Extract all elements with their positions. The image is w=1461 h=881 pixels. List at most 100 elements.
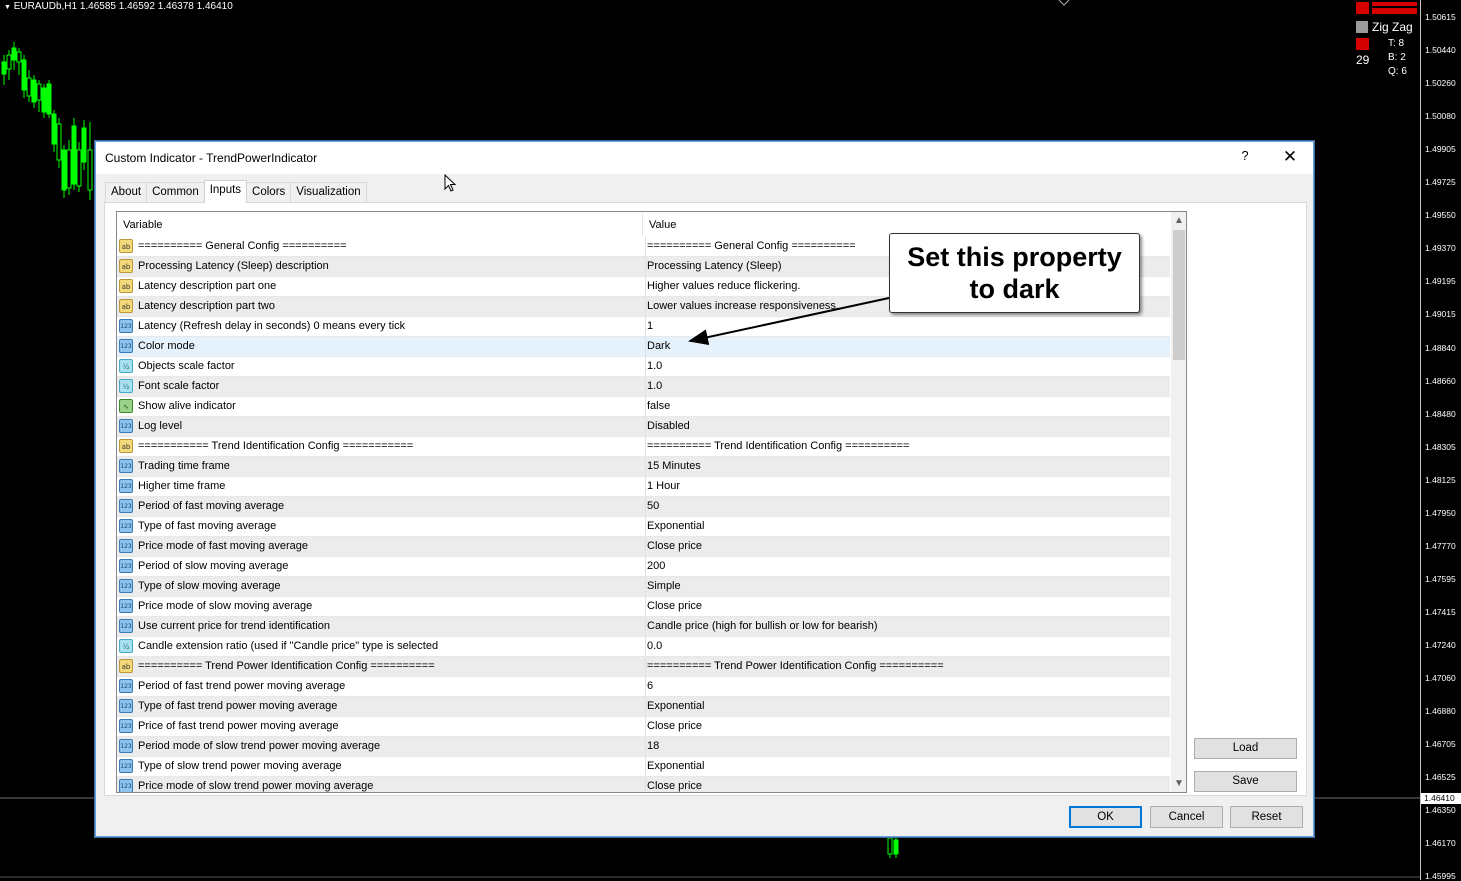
table-row[interactable]: ab ========== Trend Power Identification … [117, 657, 1170, 677]
value-text: Close price [647, 780, 703, 792]
table-row[interactable]: ab =========== Trend Identification Confi… [117, 437, 1170, 457]
value-text: Higher values reduce flickering. [647, 280, 801, 292]
value-cell[interactable]: ========== Trend Identification Config =… [645, 437, 1165, 456]
scroll-thumb[interactable] [1173, 230, 1185, 360]
table-row[interactable]: ∿ Show alive indicator false [117, 397, 1170, 417]
help-button[interactable]: ? [1231, 148, 1259, 168]
ok-button[interactable]: OK [1069, 806, 1142, 828]
price-tick-label: 1.48125 [1425, 474, 1456, 485]
table-row[interactable]: 123 Period of slow moving average 200 [117, 557, 1170, 577]
scroll-down-icon[interactable]: ▼ [1171, 775, 1186, 792]
value-cell[interactable]: Close price [645, 537, 1165, 556]
variable-cell: Show alive indicator [138, 400, 236, 412]
variable-cell: Log level [138, 420, 183, 432]
table-row[interactable]: 123 Use current price for trend identific… [117, 617, 1170, 637]
value-cell[interactable]: Exponential [645, 757, 1165, 776]
column-header-variable[interactable]: Variable [117, 212, 642, 236]
value-cell[interactable]: ========== Trend Power Identification Co… [645, 657, 1165, 676]
value-text: Exponential [647, 760, 705, 772]
param-type-bool-icon: ∿ [119, 399, 133, 413]
tab-inputs[interactable]: Inputs [203, 180, 248, 203]
table-row[interactable]: 123 Log level Disabled [117, 417, 1170, 437]
price-tick-label: 1.46705 [1425, 739, 1456, 750]
param-type-n123-icon: 123 [119, 319, 133, 333]
price-tick-label: 1.50260 [1425, 78, 1456, 89]
scroll-up-icon[interactable]: ▲ [1171, 212, 1186, 229]
value-cell[interactable]: 15 Minutes [645, 457, 1165, 476]
param-type-n123-icon: 123 [119, 579, 133, 593]
value-cell[interactable]: 6 [645, 677, 1165, 696]
table-row[interactable]: 123 Type of fast moving average Exponentia… [117, 517, 1170, 537]
value-cell[interactable]: Dark [645, 337, 1165, 356]
param-type-ab-icon: ab [119, 239, 133, 253]
table-row[interactable]: 123 Price mode of slow trend power moving… [117, 777, 1170, 792]
value-text: Close price [647, 540, 703, 552]
value-cell[interactable]: Simple [645, 577, 1165, 596]
value-text: ========== General Config ========== [647, 240, 856, 252]
param-type-ab-icon: ab [119, 439, 133, 453]
value-cell[interactable]: Disabled [645, 417, 1165, 436]
value-cell[interactable]: 0.0 [645, 637, 1165, 656]
table-row[interactable]: 123 Color mode Dark [117, 337, 1170, 357]
table-row[interactable]: 123 Period of fast trend power moving ave… [117, 677, 1170, 697]
table-row[interactable]: ½ Objects scale factor 1.0 [117, 357, 1170, 377]
table-row[interactable]: 123 Type of slow moving average Simple [117, 577, 1170, 597]
value-cell[interactable]: 1 [645, 317, 1165, 336]
variable-cell: Type of slow moving average [138, 580, 281, 592]
close-button[interactable]: ✕ [1276, 146, 1304, 168]
tab-about[interactable]: About [105, 182, 148, 203]
value-cell[interactable]: Close price [645, 717, 1165, 736]
tab-visualization[interactable]: Visualization [290, 182, 367, 203]
cancel-button[interactable]: Cancel [1150, 806, 1223, 828]
table-row[interactable]: 123 Price mode of slow moving average Clos… [117, 597, 1170, 617]
price-tick-label: 1.48480 [1425, 408, 1456, 419]
value-cell[interactable]: 18 [645, 737, 1165, 756]
table-row[interactable]: 123 Higher time frame 1 Hour [117, 477, 1170, 497]
value-text: 18 [647, 740, 660, 752]
value-cell[interactable]: 1.0 [645, 357, 1165, 376]
param-type-n123-icon: 123 [119, 499, 133, 513]
price-tick-label: 1.47595 [1425, 573, 1456, 584]
variable-cell: Price mode of slow moving average [138, 600, 313, 612]
stat-t: T: 8 [1388, 38, 1405, 49]
stat-number: 29 [1356, 53, 1370, 67]
param-type-ab-icon: ab [119, 299, 133, 313]
price-tick-label: 1.50440 [1425, 45, 1456, 56]
value-cell[interactable]: 200 [645, 557, 1165, 576]
dialog-titlebar[interactable]: Custom Indicator - TrendPowerIndicator ?… [96, 142, 1313, 174]
table-row[interactable]: 123 Period mode of slow trend power movin… [117, 737, 1170, 757]
value-text: Exponential [647, 700, 705, 712]
price-tick-label: 1.48660 [1425, 375, 1456, 386]
param-type-n123-icon: 123 [119, 779, 133, 792]
table-row[interactable]: 123 Price of fast trend power moving aver… [117, 717, 1170, 737]
param-type-n123-icon: 123 [119, 559, 133, 573]
tab-colors[interactable]: Colors [246, 182, 292, 203]
price-tick-label: 1.47950 [1425, 507, 1456, 518]
save-button[interactable]: Save [1194, 771, 1297, 792]
value-cell[interactable]: Exponential [645, 697, 1165, 716]
variable-cell: Period mode of slow trend power moving a… [138, 740, 381, 752]
value-cell[interactable]: Close price [645, 777, 1165, 792]
table-row[interactable]: 123 Trading time frame 15 Minutes [117, 457, 1170, 477]
value-cell[interactable]: 1.0 [645, 377, 1165, 396]
vertical-scrollbar[interactable]: ▲ ▼ [1171, 212, 1186, 792]
table-row[interactable]: ½ Font scale factor 1.0 [117, 377, 1170, 397]
load-button[interactable]: Load [1194, 738, 1297, 759]
value-cell[interactable]: Exponential [645, 517, 1165, 536]
table-row[interactable]: ½ Candle extension ratio (used if "Candle… [117, 637, 1170, 657]
variable-cell: Trading time frame [138, 460, 230, 472]
tab-common[interactable]: Common [146, 182, 205, 203]
table-row[interactable]: 123 Type of fast trend power moving avera… [117, 697, 1170, 717]
value-cell[interactable]: 50 [645, 497, 1165, 516]
value-cell[interactable]: false [645, 397, 1165, 416]
reset-button[interactable]: Reset [1230, 806, 1303, 828]
value-cell[interactable]: Candle price (high for bullish or low fo… [645, 617, 1165, 636]
value-cell[interactable]: 1 Hour [645, 477, 1165, 496]
value-cell[interactable]: Close price [645, 597, 1165, 616]
table-row[interactable]: 123 Period of fast moving average 50 [117, 497, 1170, 517]
value-text: false [647, 400, 671, 412]
table-row[interactable]: 123 Price mode of fast moving average Clos… [117, 537, 1170, 557]
table-row[interactable]: 123 Type of slow trend power moving avera… [117, 757, 1170, 777]
zigzag-legend[interactable]: Zig Zag [1356, 20, 1413, 34]
table-row[interactable]: 123 Latency (Refresh delay in seconds) 0 … [117, 317, 1170, 337]
